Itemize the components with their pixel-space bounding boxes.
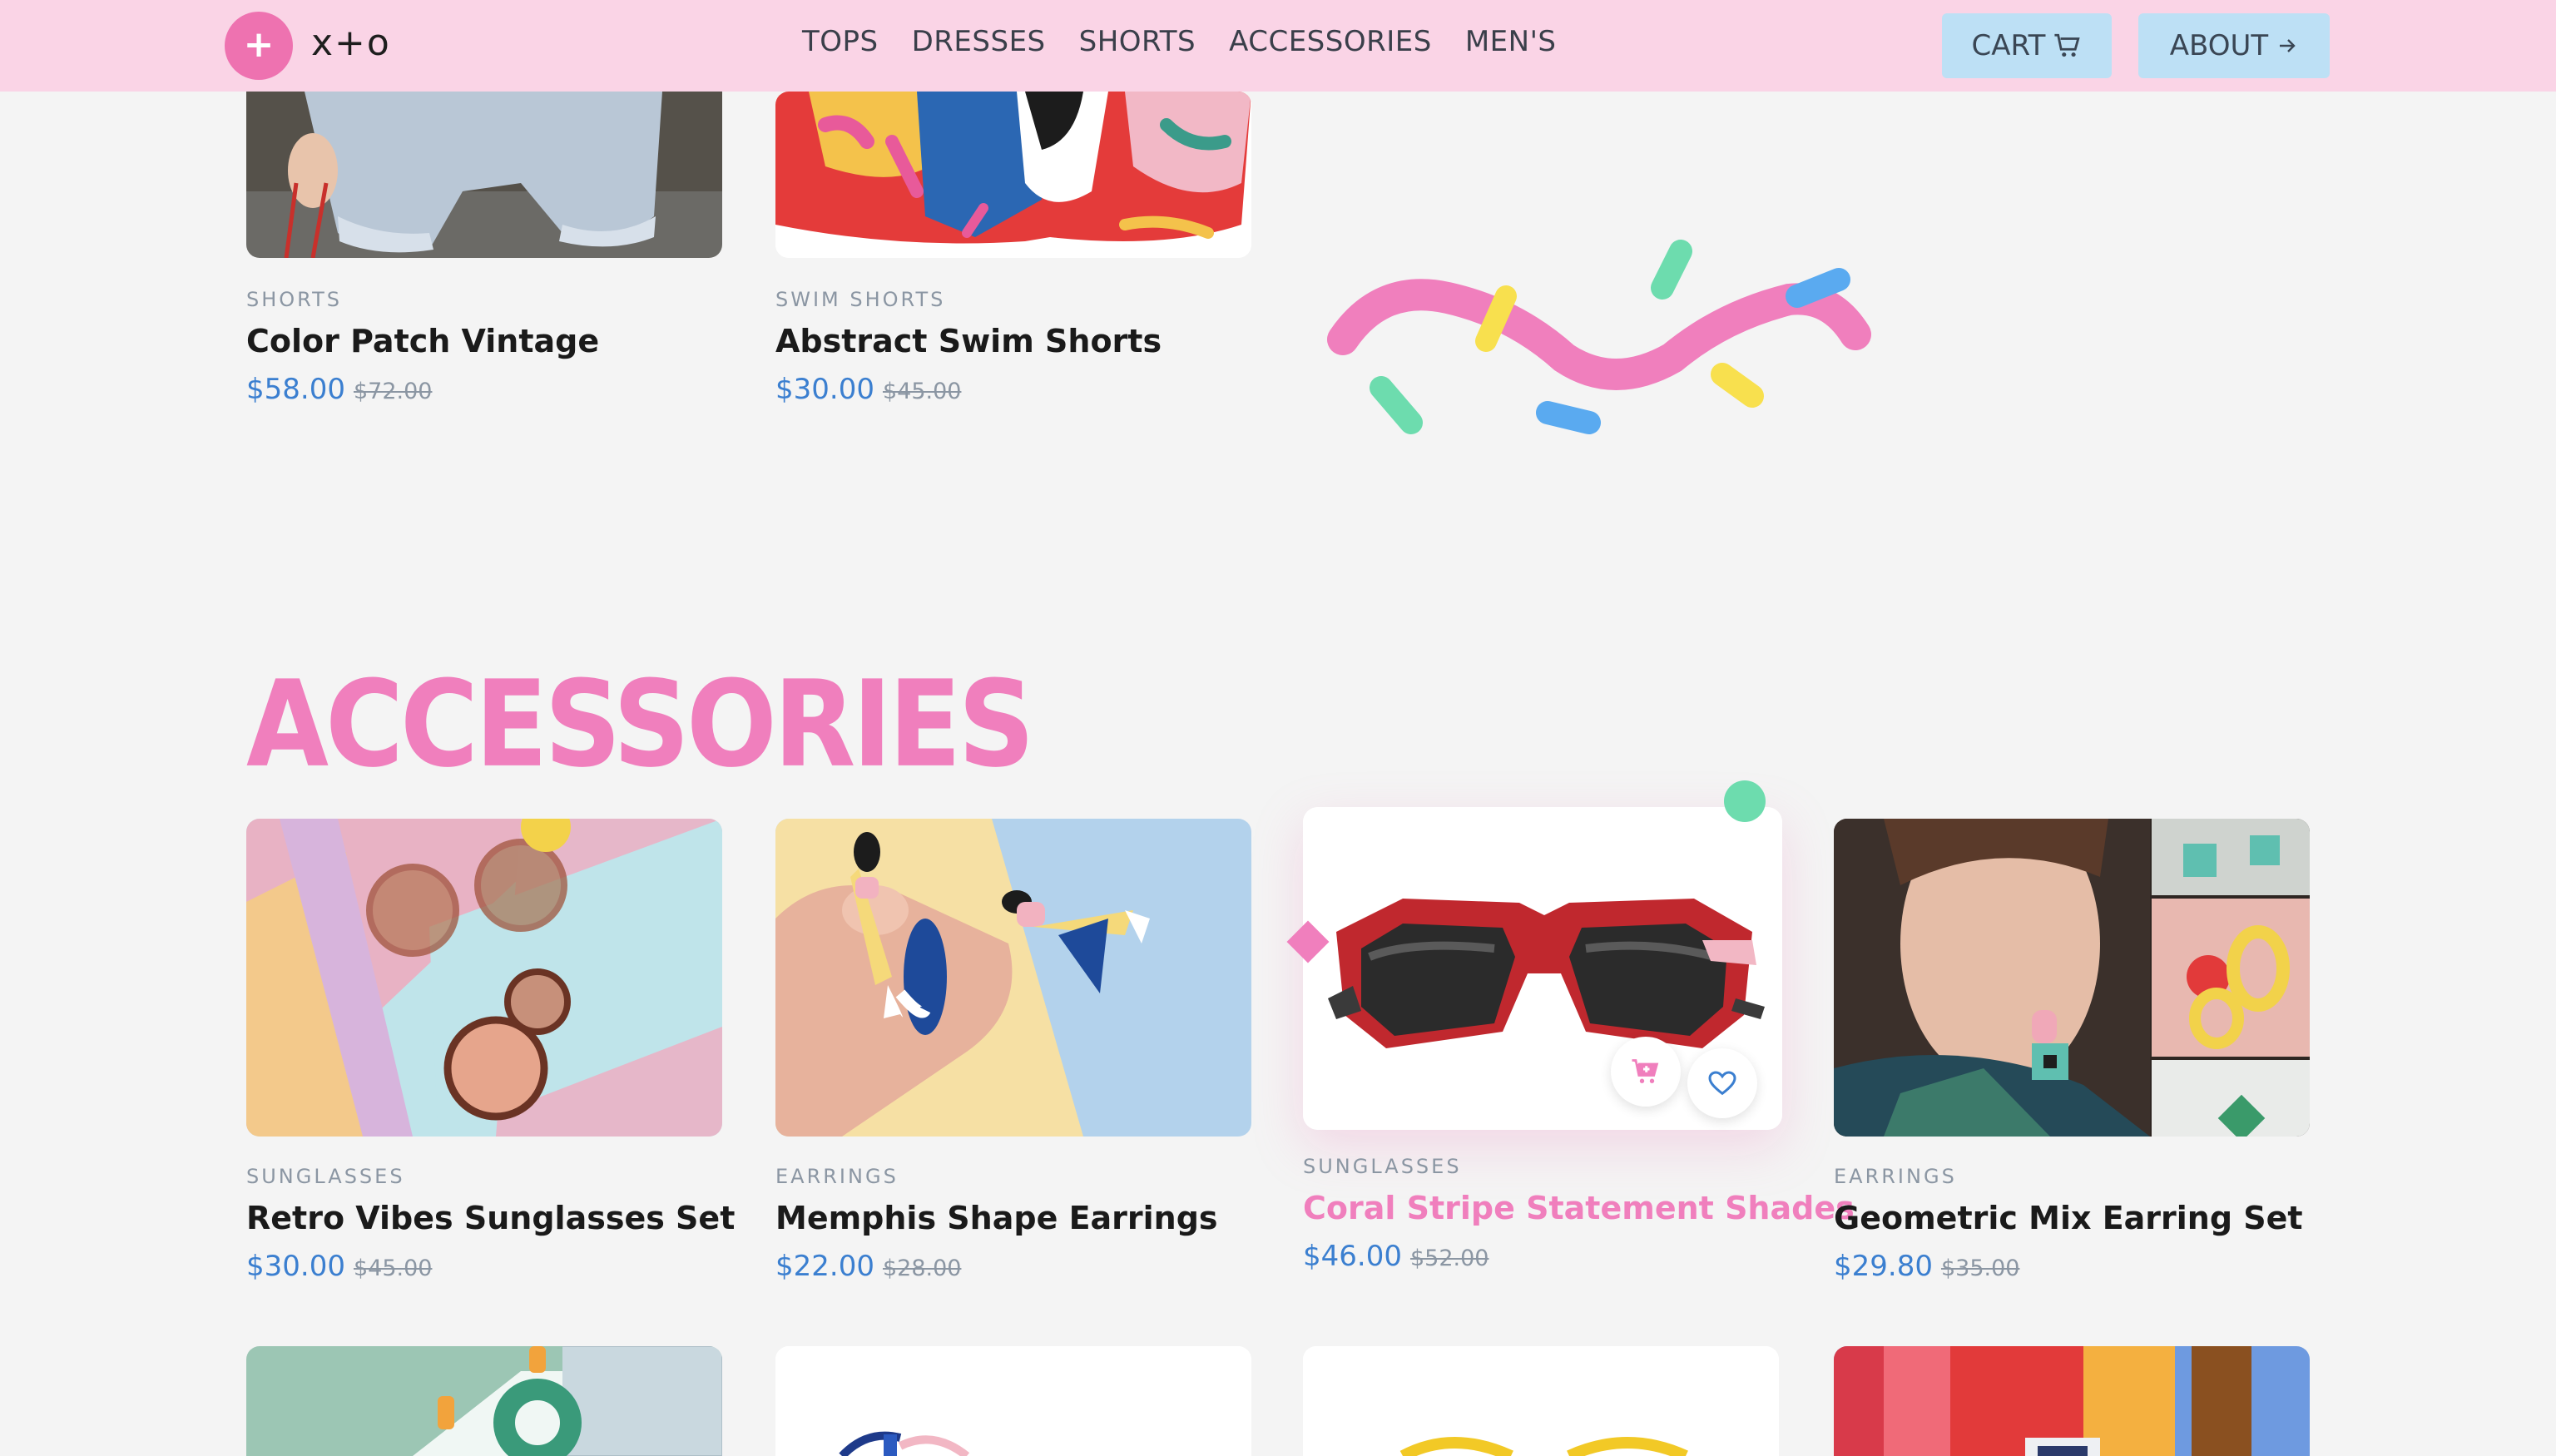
cart-icon — [2054, 33, 2081, 57]
product-card-featured[interactable] — [1303, 807, 1782, 1130]
decorative-squiggle — [1327, 240, 1871, 434]
cart-label: CART — [1971, 29, 2046, 62]
wishlist-button[interactable] — [1687, 1048, 1757, 1118]
sale-price: $46.00 — [1303, 1240, 1402, 1273]
arrow-right-icon — [2280, 39, 2296, 52]
sale-price: $29.80 — [1834, 1250, 1933, 1283]
product-category: SHORTS — [246, 288, 342, 311]
section-title-accessories: ACCESSORIES — [246, 655, 1035, 795]
site-header: + x+o TOPS DRESSES SHORTS ACCESSORIES ME… — [0, 0, 2556, 92]
original-price: $72.00 — [353, 379, 433, 404]
original-price: $45.00 — [882, 379, 962, 404]
product-card[interactable]: SHORTS Color Patch Vintage $58.00 $72.00 — [246, 92, 722, 424]
original-price: $28.00 — [882, 1255, 962, 1281]
sale-price: $30.00 — [246, 1250, 345, 1283]
original-price: $52.00 — [1409, 1246, 1489, 1271]
product-category: SWIM SHORTS — [775, 288, 946, 311]
main-nav: TOPS DRESSES SHORTS ACCESSORIES MEN'S — [802, 25, 1557, 58]
product-category: SUNGLASSES — [246, 1165, 405, 1188]
nav-shorts[interactable]: SHORTS — [1079, 25, 1196, 58]
product-image[interactable] — [246, 92, 722, 258]
product-card[interactable] — [775, 1346, 1251, 1456]
product-image[interactable] — [1834, 819, 2310, 1137]
original-price: $45.00 — [353, 1255, 433, 1281]
product-category: SUNGLASSES — [1303, 1155, 1462, 1178]
product-image[interactable] — [246, 819, 722, 1137]
sale-price: $22.00 — [775, 1250, 874, 1283]
product-category: EARRINGS — [775, 1165, 899, 1188]
cart-plus-icon — [1632, 1059, 1659, 1083]
product-card-featured-info: SUNGLASSES Coral Stripe Statement Shades… — [1303, 1148, 1855, 1298]
product-image[interactable] — [775, 1346, 1251, 1456]
product-card[interactable]: EARRINGS Geometric Mix Earring Set $29.8… — [1834, 819, 2310, 1301]
product-name[interactable]: Coral Stripe Statement Shades — [1303, 1190, 1855, 1226]
sale-price: $58.00 — [246, 373, 345, 406]
product-price: $29.80 $35.00 — [1834, 1250, 2019, 1283]
product-name[interactable]: Abstract Swim Shorts — [775, 323, 1162, 359]
product-card[interactable] — [1834, 1346, 2310, 1456]
product-image[interactable] — [775, 819, 1251, 1137]
about-button[interactable]: ABOUT — [2138, 13, 2330, 78]
logo-plus-icon[interactable]: + — [225, 12, 293, 80]
product-card[interactable] — [246, 1346, 722, 1456]
nav-dresses[interactable]: DRESSES — [912, 25, 1046, 58]
product-image[interactable] — [775, 92, 1251, 258]
decorative-dot — [1724, 780, 1766, 822]
product-category: EARRINGS — [1834, 1165, 1957, 1188]
product-card[interactable]: EARRINGS Memphis Shape Earrings $22.00 $2… — [775, 819, 1251, 1301]
product-price: $46.00 $52.00 — [1303, 1240, 1489, 1273]
product-card[interactable]: SUNGLASSES Retro Vibes Sunglasses Set $3… — [246, 819, 735, 1301]
product-name[interactable]: Geometric Mix Earring Set — [1834, 1200, 2303, 1236]
product-price: $30.00 $45.00 — [775, 373, 961, 406]
nav-mens[interactable]: MEN'S — [1465, 25, 1557, 58]
product-image[interactable] — [1303, 1346, 1779, 1456]
product-name[interactable]: Memphis Shape Earrings — [775, 1200, 1218, 1236]
nav-accessories[interactable]: ACCESSORIES — [1229, 25, 1432, 58]
logo-text[interactable]: x+o — [311, 22, 391, 64]
product-image[interactable] — [1834, 1346, 2310, 1456]
sale-price: $30.00 — [775, 373, 874, 406]
original-price: $35.00 — [1940, 1255, 2020, 1281]
about-label: ABOUT — [2169, 29, 2269, 62]
product-price: $30.00 $45.00 — [246, 1250, 432, 1283]
heart-icon — [1708, 1071, 1736, 1096]
product-name[interactable]: Color Patch Vintage — [246, 323, 599, 359]
product-card[interactable]: SWIM SHORTS Abstract Swim Shorts $30.00 $… — [775, 92, 1251, 424]
product-price: $22.00 $28.00 — [775, 1250, 961, 1283]
add-to-cart-button[interactable] — [1611, 1037, 1681, 1107]
nav-tops[interactable]: TOPS — [802, 25, 879, 58]
product-card[interactable] — [1303, 1346, 1779, 1456]
cart-button[interactable]: CART — [1942, 13, 2112, 78]
product-price: $58.00 $72.00 — [246, 373, 432, 406]
product-image[interactable] — [246, 1346, 722, 1456]
product-name[interactable]: Retro Vibes Sunglasses Set — [246, 1200, 735, 1236]
